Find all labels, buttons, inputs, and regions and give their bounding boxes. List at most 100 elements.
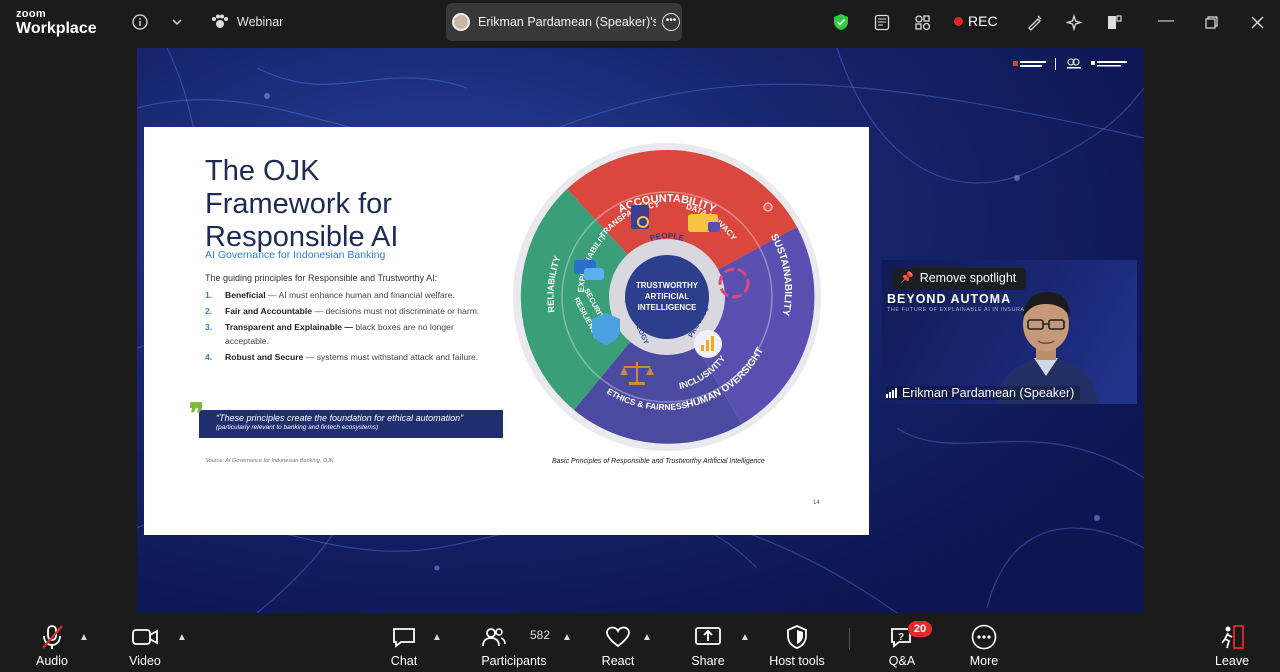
leave-icon — [1219, 622, 1245, 652]
brand-name: Workplace — [16, 20, 97, 37]
layout-icon[interactable] — [1105, 10, 1123, 34]
host-tools-button[interactable]: Host tools — [766, 614, 828, 672]
principles-list: 1. Beneficial — AI must enhance human and… — [205, 288, 485, 366]
toolbar-divider — [849, 628, 850, 650]
list-number: 3. — [205, 322, 213, 332]
sponsor-logos — [1013, 57, 1133, 71]
center-line-2: ARTIFICIAL — [645, 292, 690, 301]
ai-companion-icon[interactable] — [1065, 10, 1083, 34]
participants-button[interactable]: Participants — [478, 614, 550, 672]
react-options-chevron-icon[interactable]: ▲ — [642, 632, 652, 643]
slide-title: The OJK Framework for Responsible AI — [205, 155, 399, 253]
quote-text: “These principles create the foundation … — [216, 413, 464, 423]
ai-principles-wheel: ACCOUNTABILITY TRANSPARENCY DATA PRIVACY… — [512, 142, 821, 451]
participants-options-chevron-icon[interactable]: ▲ — [562, 632, 572, 643]
top-bar: zoom Workplace Webinar Erikman Pardamean… — [0, 0, 1280, 44]
video-button[interactable]: Video — [122, 614, 168, 672]
qa-count-badge: 20 — [908, 621, 932, 637]
chevron-down-icon[interactable] — [170, 10, 184, 34]
video-label: Video — [129, 654, 161, 668]
quote-mark-icon: ❞ — [189, 398, 205, 429]
leave-button[interactable]: Leave — [1212, 614, 1252, 672]
annotate-icon[interactable] — [1025, 10, 1043, 34]
chat-options-chevron-icon[interactable]: ▲ — [432, 632, 442, 643]
zoom-logo: zoom Workplace — [16, 9, 97, 37]
restore-icon[interactable] — [1203, 10, 1219, 34]
bottom-toolbar: Audio ▲ Video ▲ Chat ▲ Participants ▲ Re… — [0, 614, 1280, 672]
slide-page-number: 14 — [813, 500, 820, 506]
principle-name: Beneficial — [225, 290, 266, 300]
rec-label: REC — [968, 13, 998, 29]
host-shield-icon — [787, 622, 807, 652]
heart-icon — [606, 622, 630, 652]
react-button[interactable]: React — [598, 614, 638, 672]
more-button[interactable]: More — [964, 614, 1004, 672]
list-item: 2. Fair and Accountable — decisions must … — [205, 304, 485, 318]
remove-spotlight-label: Remove spotlight — [919, 271, 1017, 285]
share-label: Share — [691, 654, 725, 668]
list-item: 1. Beneficial — AI must enhance human and… — [205, 288, 485, 302]
principle-name: Robust and Secure — [225, 352, 304, 362]
summary-icon[interactable] — [873, 10, 891, 34]
center-line-3: INTELLIGENCE — [638, 303, 697, 312]
recording-indicator[interactable]: REC — [954, 13, 998, 29]
document-icon — [631, 205, 649, 229]
center-line-1: TRUSTWORTHY — [636, 281, 699, 290]
share-screen-icon — [695, 622, 721, 652]
slide-subtitle: AI Governance for Indonesian Banking — [205, 249, 386, 261]
slide-intro: The guiding principles for Responsible a… — [205, 273, 438, 283]
principle-desc: — systems must withstand attack and fail… — [303, 352, 479, 362]
presentation-slide: The OJK Framework for Responsible AI AI … — [144, 127, 869, 535]
audio-button[interactable]: Audio — [30, 614, 74, 672]
share-options-chevron-icon[interactable]: ▲ — [740, 632, 750, 643]
avatar — [452, 13, 470, 31]
card-lock-icon — [688, 214, 720, 232]
minimize-icon[interactable]: — — [1158, 12, 1174, 30]
quote-note: (particularly relevant to banking and fi… — [216, 424, 379, 431]
chat-button[interactable]: Chat — [384, 614, 424, 672]
audio-options-chevron-icon[interactable]: ▲ — [79, 632, 89, 643]
leave-label: Leave — [1214, 654, 1250, 668]
qa-label: Q&A — [888, 654, 916, 668]
rec-dot-icon — [954, 16, 963, 26]
signal-bars-icon — [886, 388, 897, 398]
slide-source: Source: AI Governance for Indonesian Ban… — [205, 458, 334, 464]
quote-box: “These principles create the foundation … — [199, 410, 503, 438]
video-camera-icon — [132, 622, 158, 652]
principle-name: Transparent and Explainable — — [225, 322, 353, 332]
more-options-icon[interactable]: ••• — [662, 13, 680, 31]
speaker-view-tab[interactable]: Erikman Pardamean (Speaker)'s sc ••• — [446, 3, 682, 41]
share-button[interactable]: Share — [688, 614, 728, 672]
security-shield-icon[interactable] — [832, 10, 850, 34]
principle-desc: — decisions must not discriminate or har… — [312, 306, 480, 316]
participants-label: Participants — [481, 654, 547, 668]
mic-muted-icon — [40, 622, 64, 652]
list-number: 4. — [205, 352, 213, 362]
audio-label: Audio — [36, 654, 68, 668]
host-tools-label: Host tools — [769, 654, 825, 668]
list-item: 3. Transparent and Explainable — black bo… — [205, 320, 485, 348]
chat-label: Chat — [390, 654, 418, 668]
principle-name: Fair and Accountable — [225, 306, 313, 316]
more-label: More — [969, 654, 999, 668]
close-icon[interactable] — [1249, 10, 1265, 34]
svg-text:?: ? — [898, 632, 904, 643]
chat-icon — [392, 622, 416, 652]
participants-icon — [482, 622, 506, 652]
speaker-video-tile[interactable]: BEYOND AUTOMA THE FUTURE OF EXPLAINABLE … — [882, 260, 1137, 404]
react-label: React — [601, 654, 635, 668]
apps-icon[interactable] — [913, 10, 931, 34]
video-options-chevron-icon[interactable]: ▲ — [177, 632, 187, 643]
remove-spotlight-button[interactable]: 📌 Remove spotlight — [892, 268, 1027, 290]
info-icon[interactable] — [131, 10, 149, 34]
growth-chart-icon — [694, 330, 722, 358]
speaker-view-label: Erikman Pardamean (Speaker)'s sc — [478, 15, 656, 29]
principle-desc: — AI must enhance human and financial we… — [265, 290, 455, 300]
brand-small: zoom — [16, 8, 46, 20]
laser-pointer-dot — [763, 202, 773, 212]
participants-count: 582 — [530, 628, 551, 642]
list-item: 4. Robust and Secure — systems must withs… — [205, 350, 485, 364]
pin-icon: 📌 — [900, 272, 914, 284]
wheel-caption: Basic Principles of Responsible and Trus… — [552, 458, 765, 465]
list-number: 2. — [205, 306, 213, 316]
